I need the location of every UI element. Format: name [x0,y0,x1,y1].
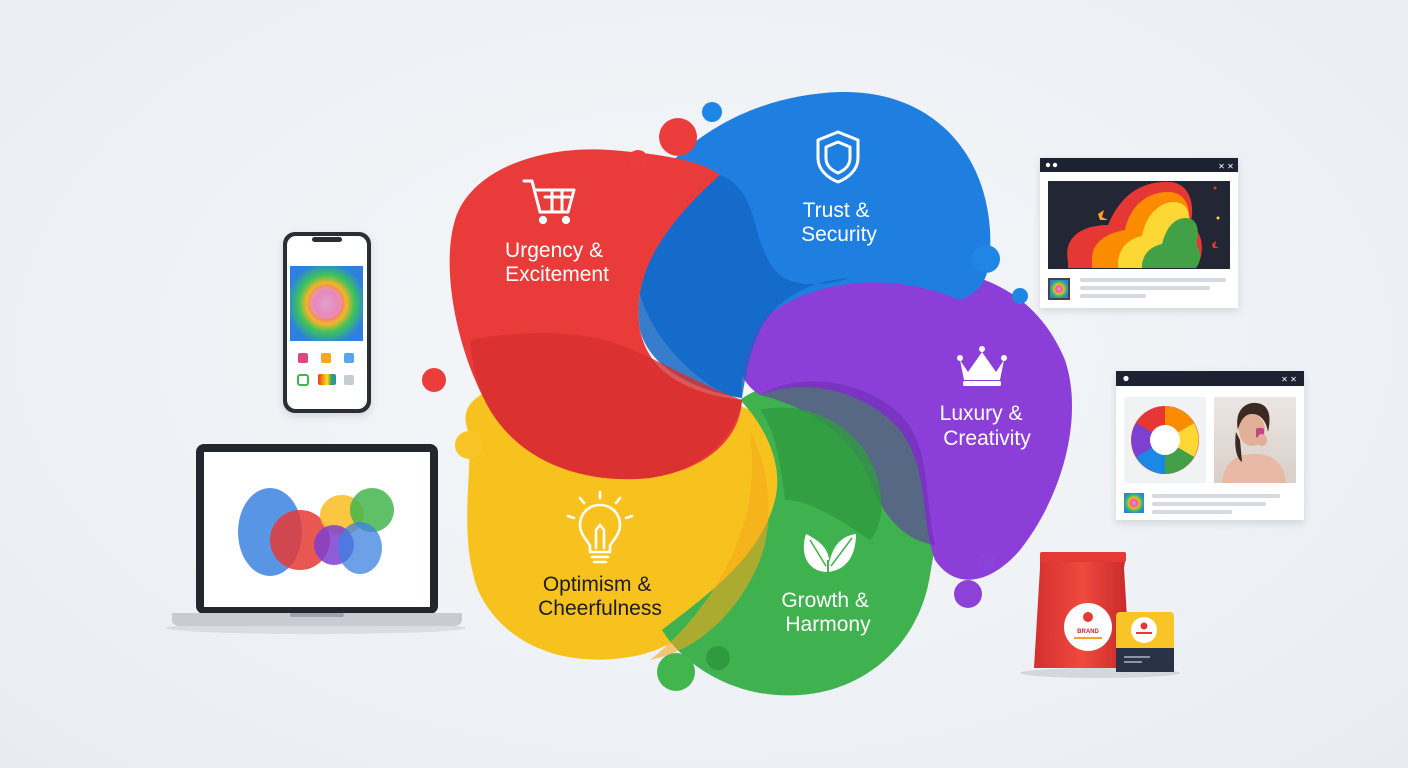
phone-app-icon-1 [298,353,308,363]
color-wheel-image [1131,406,1199,474]
label-trust: Trust & Security [801,199,877,246]
dot-purple-1 [954,580,982,608]
dot-blue-2 [972,245,1000,273]
label-urgency-line2: Excitement [505,263,609,286]
dot-red-3 [422,368,446,392]
browser-window-top: ✕ ✕ [1040,158,1238,308]
dot-red-1 [659,118,697,156]
browser-window-bottom: ✕ ✕ [1116,371,1304,520]
smartphone-icon [283,232,371,413]
label-growth-line2: Harmony [785,613,871,636]
label-growth-line1: Growth & [781,589,869,612]
phone-app-icon-3 [344,353,354,363]
label-trust-line2: Security [801,223,877,246]
dot-blue-1 [702,102,722,122]
label-urgency-line1: Urgency & [505,239,603,262]
browser-top-controls[interactable]: ✕ ✕ [1218,162,1234,171]
label-luxury-line1: Luxury & [940,402,1023,425]
bag-logo-badge [1064,603,1112,651]
bag-logo-text: BRAND [1077,629,1099,635]
label-luxury-line2: Creativity [943,427,1031,450]
laptop-icon [166,444,466,634]
phone-app-icon-6 [344,375,354,385]
label-optimism: Optimism & Cheerfulness [538,573,662,620]
dot-green-1 [657,653,695,691]
color-psychology-diagram: Urgency & Excitement Trust & Security Lu… [166,91,1304,696]
label-trust-line1: Trust & [803,199,870,222]
browser-bottom-controls[interactable]: ✕ ✕ [1281,375,1297,384]
dot-yellow-1 [455,431,483,459]
label-growth: Growth & Harmony [781,589,874,636]
phone-app-icon-5 [318,374,336,385]
dot-blue-3 [1012,288,1028,304]
blob-cluster: Urgency & Excitement Trust & Security Lu… [422,91,1073,696]
label-optimism-line1: Optimism & [543,573,652,596]
label-optimism-line2: Cheerfulness [538,597,662,620]
coffee-bag-icon: BRAND [1020,552,1180,678]
label-urgency: Urgency & Excitement [505,239,609,286]
dot-purple-2 [977,553,995,571]
phone-app-icon-2 [321,353,331,363]
dot-red-2 [628,150,648,170]
dot-green-2 [706,646,730,670]
